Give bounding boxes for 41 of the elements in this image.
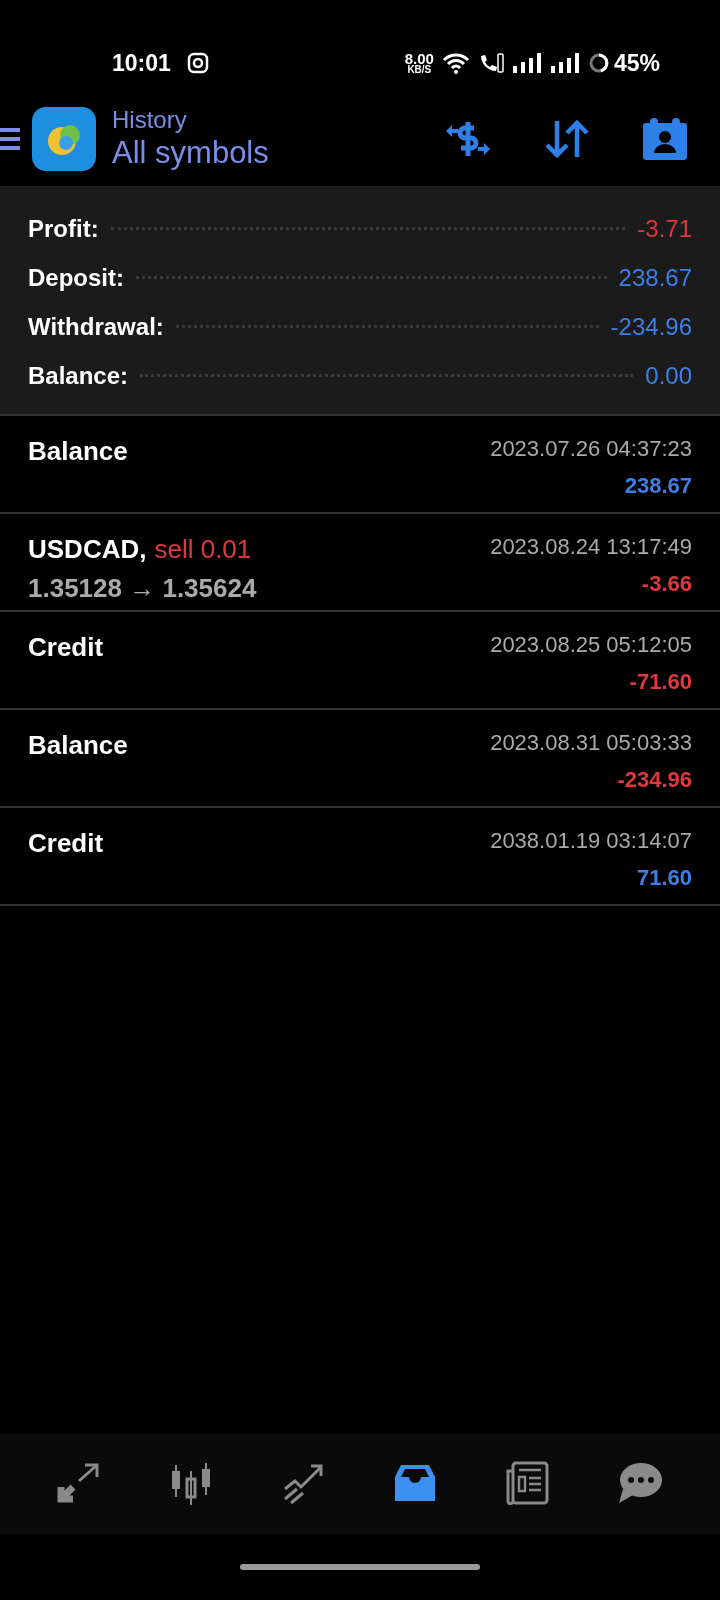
deal-amount: -234.96: [617, 766, 692, 794]
deal-title: Balance: [28, 435, 128, 468]
screen-title: History: [112, 107, 188, 134]
signal-icon: [511, 52, 542, 74]
deal-time: 2023.08.24 13:17:49: [490, 533, 692, 561]
summary-label: Balance:: [28, 360, 129, 391]
summary-value: -3.71: [637, 213, 692, 244]
summary-value: 0.00: [645, 360, 692, 391]
currency-exchange-button[interactable]: [444, 119, 492, 159]
summary-value: -234.96: [610, 311, 692, 342]
deal-time: 2023.08.31 05:03:33: [490, 729, 692, 757]
deal-amount: 238.67: [624, 472, 692, 500]
deal-title: Credit: [28, 631, 104, 664]
deal-amount: 71.60: [636, 864, 692, 892]
deal-title: Balance: [28, 729, 128, 762]
deal-action: sell 0.01: [154, 533, 252, 566]
deal-time: 2023.08.25 05:12:05: [490, 631, 692, 659]
deal-title: Credit: [28, 827, 104, 860]
summary-value: 238.67: [618, 262, 692, 293]
summary-label: Withdrawal:: [28, 311, 164, 342]
summary-label: Deposit:: [28, 262, 124, 293]
clock-time: 10:01: [112, 48, 171, 78]
deal-title: USDCAD,: [28, 533, 147, 566]
sort-button[interactable]: [544, 119, 590, 159]
signal-icon: [549, 52, 580, 74]
deal-amount: -71.60: [629, 668, 692, 696]
nav-tab[interactable]: [505, 1461, 551, 1507]
wifi-icon: [441, 52, 470, 74]
deal-amount: -3.66: [641, 570, 692, 598]
calendar-button[interactable]: [642, 117, 688, 161]
summary-label: Profit:: [28, 213, 99, 244]
battery-level: 45%: [613, 48, 660, 78]
battery-ring-icon: [587, 52, 610, 74]
deal-prices: 1.35128 → 1.35624: [28, 572, 257, 605]
deal-time: 2023.07.26 04:37:23: [490, 435, 692, 463]
speed-unit: KB/S: [407, 65, 432, 75]
symbol-filter: All symbols: [112, 133, 269, 171]
network-speed: 8.00: [404, 51, 434, 66]
camera-icon: [186, 52, 209, 74]
app-logo-icon: [32, 107, 96, 171]
deal-time: 2038.01.19 03:14:07: [490, 827, 692, 855]
